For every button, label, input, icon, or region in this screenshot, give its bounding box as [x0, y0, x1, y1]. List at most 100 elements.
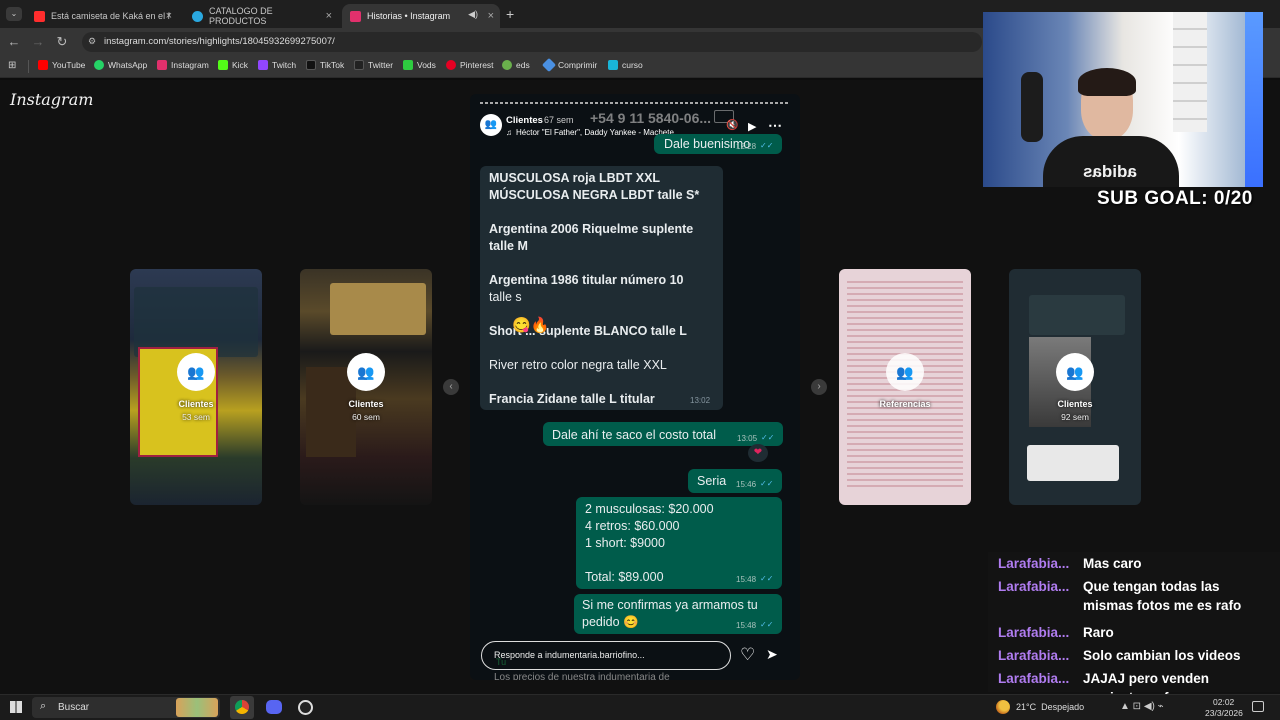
bookmark-youtube[interactable]: YouTube: [38, 60, 85, 70]
streamer-hair: [1078, 68, 1136, 96]
search-highlight-image: [176, 698, 218, 717]
phone-number: +54 9 11 5840-06...: [590, 110, 712, 126]
bookmark-vods[interactable]: Vods: [403, 60, 436, 70]
highlight-cover-icon: 👥: [886, 353, 924, 391]
music-note-icon: ♫: [506, 128, 512, 137]
read-check-icon: ✓✓: [760, 620, 774, 629]
bookmark-twitter[interactable]: Twitter: [354, 60, 393, 70]
close-icon[interactable]: ×: [326, 10, 332, 22]
message-line: MÚSCULOSA NEGRA LBDT talle S*: [489, 188, 700, 202]
highlight-name: Clientes: [178, 399, 214, 409]
youtube-icon: [38, 60, 48, 70]
chat-username: Larafabia...: [998, 671, 1070, 686]
message-bubble: Dale ahí te saco el costo total 13:05 ✓✓: [543, 422, 783, 446]
fire-sticker-icon: 😋🔥: [512, 317, 550, 334]
message-bubble: 2 musculosas: $20.000 4 retros: $60.000 …: [576, 497, 782, 589]
photo-preview: [330, 283, 426, 335]
tab-kaka[interactable]: Está camiseta de Kaká en el Mi ×: [26, 4, 178, 28]
close-icon[interactable]: ×: [166, 10, 172, 22]
bookmark-pinterest[interactable]: Pinterest: [446, 60, 494, 70]
message-line: Total: $89.000: [585, 570, 664, 584]
story-viewer[interactable]: 👥 Clientes 67 sem +54 9 11 5840-06... ♫ …: [470, 94, 800, 680]
tab-instagram[interactable]: Historias • Instagram ◀) ×: [342, 4, 500, 28]
notification-icon[interactable]: [1252, 701, 1264, 712]
highlight-card[interactable]: 👥 Clientes 53 sem: [130, 269, 262, 505]
forward-arrow-icon[interactable]: →: [30, 34, 46, 49]
back-arrow-icon[interactable]: ←: [6, 34, 22, 49]
more-options-icon[interactable]: ⋯: [768, 117, 782, 134]
message-line: Francia Zidane talle L titular: [489, 392, 655, 406]
chat-text: Mas caro: [1083, 556, 1142, 571]
instagram-logo[interactable]: Instagram: [10, 90, 93, 109]
new-tab-button[interactable]: +: [506, 6, 514, 22]
message-time: 12:28: [736, 142, 757, 151]
story-avatar[interactable]: 👥: [480, 114, 502, 136]
message-text: Seria: [697, 474, 727, 488]
curso-icon: [608, 60, 618, 70]
bookmark-kick[interactable]: Kick: [218, 60, 248, 70]
bookmark-label: Pinterest: [460, 60, 494, 70]
bookmark-twitch[interactable]: Twitch: [258, 60, 296, 70]
chat-message: Larafabia... Solo cambian los videos: [998, 646, 1268, 666]
windows-taskbar: ⌕ Buscar 21°C Despejado ▲ ⊡ ◀) ⌁ 02:02 2…: [0, 694, 1280, 720]
clock-date[interactable]: 23/3/2026: [1205, 708, 1243, 718]
highlight-card[interactable]: 👥 Clientes 92 sem: [1009, 269, 1141, 505]
url-text: instagram.com/stories/highlights/1804593…: [104, 36, 335, 47]
chat-username: Larafabia...: [998, 648, 1070, 663]
search-icon: ⌕: [40, 700, 47, 712]
clock-time[interactable]: 02:02: [1213, 697, 1234, 707]
message-line: 2 musculosas: $20.000: [585, 502, 714, 516]
taskbar-search[interactable]: ⌕ Buscar: [32, 697, 220, 718]
bookmark-curso[interactable]: curso: [608, 60, 643, 70]
url-bar[interactable]: ⚙ instagram.com/stories/highlights/18045…: [82, 32, 982, 52]
speaker-icon[interactable]: ◀): [468, 9, 478, 20]
tab-search-button[interactable]: ⌄: [6, 7, 22, 21]
chat-message: Larafabia... Raro: [998, 623, 1268, 643]
highlight-card[interactable]: 👥 Referencias: [839, 269, 971, 505]
bookmark-instagram[interactable]: Instagram: [157, 60, 209, 70]
close-icon[interactable]: ×: [488, 10, 494, 22]
mute-icon[interactable]: 🔇: [726, 120, 738, 131]
chat-username: Larafabia...: [998, 579, 1070, 594]
send-icon[interactable]: ➤: [766, 646, 778, 663]
tab-catalogo[interactable]: CATALOGO DE PRODUCTOS ×: [184, 4, 338, 28]
play-icon[interactable]: ▶: [748, 120, 756, 133]
message-time: 15:48: [736, 621, 757, 630]
reply-input[interactable]: Responde a indumentaria.barriofino...: [481, 641, 731, 670]
bookmark-whatsapp[interactable]: WhatsApp: [94, 60, 147, 70]
bookmark-tiktok[interactable]: TikTok: [306, 60, 344, 70]
message-bubble: MUSCULOSA roja LBDT XXL MÚSCULOSA NEGRA …: [480, 166, 723, 410]
system-tray-icons[interactable]: ▲ ⊡ ◀) ⌁: [1120, 701, 1164, 712]
x-twitter-icon: [354, 60, 364, 70]
bookmark-eds[interactable]: eds: [502, 60, 530, 70]
story-song: Héctor "El Father", Daddy Yankee - Mache…: [516, 128, 674, 137]
bookmark-label: WhatsApp: [108, 60, 148, 70]
reply-placeholder: Responde a indumentaria.barriofino...: [494, 650, 645, 660]
message-time: 13:05: [737, 434, 758, 443]
chat-text: Raro: [1083, 625, 1114, 640]
highlight-card[interactable]: 👥 Clientes 60 sem: [300, 269, 432, 505]
story-title[interactable]: Clientes: [506, 115, 543, 126]
chrome-taskbar-icon[interactable]: [230, 696, 254, 719]
message-line: Argentina 1986 titular número 10: [489, 273, 684, 287]
discord-taskbar-icon[interactable]: [266, 700, 282, 714]
apps-grid-icon[interactable]: ⊞: [8, 60, 16, 71]
like-heart-icon[interactable]: ♡: [740, 645, 755, 665]
reload-icon[interactable]: ↻: [54, 34, 70, 50]
bookmark-comprimir[interactable]: Comprimir: [541, 57, 597, 73]
bookmark-label: curso: [622, 60, 643, 70]
weather-text[interactable]: 21°C Despejado: [1016, 702, 1084, 712]
highlight-time: 60 sem: [352, 412, 380, 422]
next-arrow-icon[interactable]: ›: [811, 379, 827, 395]
chat-message: Larafabia... Mas caro: [998, 554, 1268, 574]
windows-start-icon[interactable]: [10, 701, 22, 713]
highlight-name: Clientes: [348, 399, 384, 409]
quoted-message-text: Los precios de nuestra indumentaria de: [494, 672, 670, 680]
previous-arrow-icon[interactable]: ‹: [443, 379, 459, 395]
highlight-cover-icon: 👥: [347, 353, 385, 391]
site-info-icon[interactable]: ⚙: [88, 36, 96, 47]
obs-taskbar-icon[interactable]: [298, 700, 313, 715]
read-check-icon: ✓✓: [761, 433, 775, 442]
webcam-feed: adidas: [983, 12, 1263, 187]
headphones: [1021, 72, 1043, 142]
